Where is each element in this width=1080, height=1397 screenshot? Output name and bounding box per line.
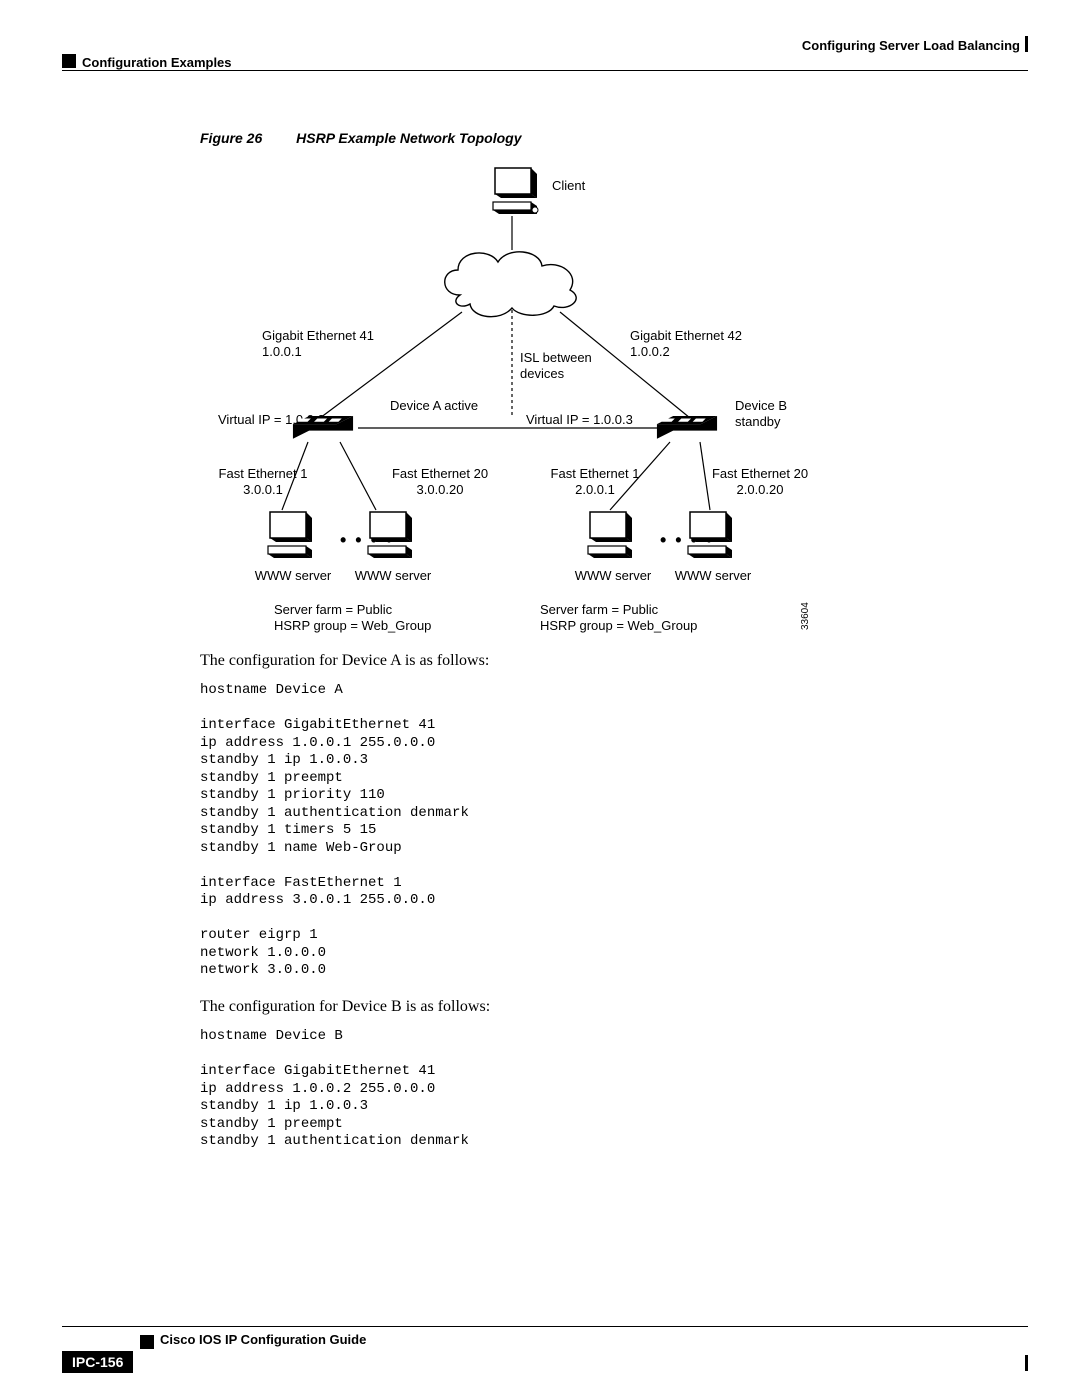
fe-b20-label: Fast Ethernet 20 2.0.0.20 — [700, 466, 820, 497]
www-b2-icon — [680, 510, 736, 562]
device-b-standby-label: Device B standby — [735, 398, 820, 429]
footer-rule — [62, 1326, 1028, 1327]
www-b1-icon — [580, 510, 636, 562]
device-b-para: The configuration for Device B is as fol… — [200, 998, 490, 1016]
ge42-ip: 1.0.0.2 — [630, 344, 670, 359]
ge41-text: Gigabit Ethernet 41 — [262, 328, 374, 343]
device-a-para: The configuration for Device A is as fol… — [200, 652, 489, 670]
fe-a1-text: Fast Ethernet 1 — [219, 466, 308, 481]
fe-a1-ip: 3.0.0.1 — [243, 482, 283, 497]
vip-b-label: Virtual IP = 1.0.0.3 — [526, 412, 633, 428]
ge42-text: Gigabit Ethernet 42 — [630, 328, 742, 343]
page-number: IPC-156 — [62, 1351, 133, 1373]
fe-a1-label: Fast Ethernet 1 3.0.0.1 — [208, 466, 318, 497]
farm-b-line1: Server farm = Public — [540, 602, 658, 617]
fe-b20-text: Fast Ethernet 20 — [712, 466, 808, 481]
diagram-id: 33604 — [800, 602, 811, 630]
book-title: Cisco IOS IP Configuration Guide — [160, 1332, 366, 1347]
device-a-active-label: Device A active — [390, 398, 478, 414]
www-a2-icon — [360, 510, 416, 562]
www-a1-icon — [260, 510, 316, 562]
header-rule — [62, 70, 1028, 71]
fe-a20-text: Fast Ethernet 20 — [392, 466, 488, 481]
figure-caption: Figure 26 HSRP Example Network Topology — [200, 130, 521, 146]
www-a1-label: WWW server — [248, 568, 338, 584]
footer-marker — [140, 1335, 154, 1349]
fe-b1-ip: 2.0.0.1 — [575, 482, 615, 497]
fe-b1-text: Fast Ethernet 1 — [551, 466, 640, 481]
isl-label: ISL between devices — [520, 350, 592, 381]
fe-b20-ip: 2.0.0.20 — [737, 482, 784, 497]
ge42-label: Gigabit Ethernet 42 1.0.0.2 — [630, 328, 742, 359]
header-bar-right — [1025, 36, 1028, 52]
ge41-label: Gigabit Ethernet 41 1.0.0.1 — [262, 328, 374, 359]
switch-a-icon — [286, 416, 360, 442]
ge41-ip: 1.0.0.1 — [262, 344, 302, 359]
figure-title: HSRP Example Network Topology — [296, 130, 521, 146]
farm-a-label: Server farm = Public HSRP group = Web_Gr… — [274, 602, 431, 633]
isl-text2: devices — [520, 366, 564, 381]
farm-b-line2: HSRP group = Web_Group — [540, 618, 697, 633]
section-marker — [62, 54, 76, 68]
device-a-config: hostname Device A interface GigabitEther… — [200, 682, 469, 980]
farm-b-label: Server farm = Public HSRP group = Web_Gr… — [540, 602, 697, 633]
footer-bar-right — [1025, 1355, 1028, 1371]
fe-a20-label: Fast Ethernet 20 3.0.0.20 — [380, 466, 500, 497]
figure-number: Figure 26 — [200, 130, 262, 146]
farm-a-line1: Server farm = Public — [274, 602, 392, 617]
www-b1-label: WWW server — [568, 568, 658, 584]
isl-text1: ISL between — [520, 350, 592, 365]
section-header: Configuration Examples — [82, 55, 232, 70]
www-a2-label: WWW server — [348, 568, 438, 584]
farm-a-line2: HSRP group = Web_Group — [274, 618, 431, 633]
switch-b-icon — [650, 416, 724, 442]
device-b-config: hostname Device B interface GigabitEther… — [200, 1028, 469, 1151]
chapter-header: Configuring Server Load Balancing — [802, 38, 1020, 53]
www-b2-label: WWW server — [668, 568, 758, 584]
fe-a20-ip: 3.0.0.20 — [417, 482, 464, 497]
topology-diagram: Client Gigabit Ethernet 41 — [200, 160, 820, 640]
fe-b1-label: Fast Ethernet 1 2.0.0.1 — [540, 466, 650, 497]
